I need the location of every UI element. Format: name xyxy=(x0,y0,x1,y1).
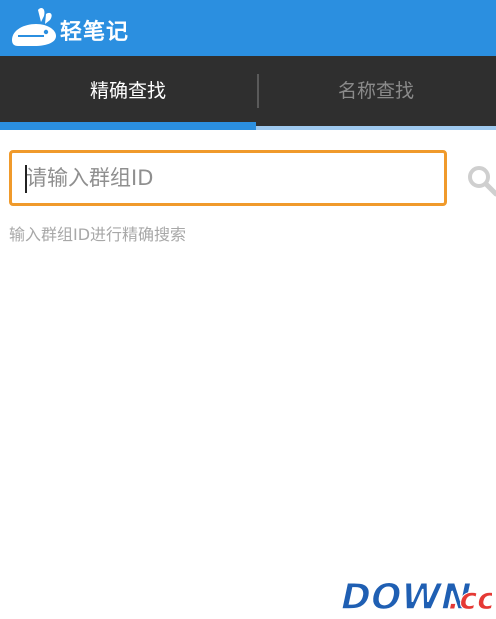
svg-text:.cc: .cc xyxy=(445,582,492,615)
search-field[interactable] xyxy=(9,150,447,206)
group-id-input[interactable] xyxy=(12,153,444,203)
text-cursor xyxy=(25,165,27,193)
tab-exact-search[interactable]: 精确查找 xyxy=(0,56,256,122)
app-title: 轻笔记 xyxy=(60,20,130,45)
tab-name-search[interactable]: 名称查找 xyxy=(256,56,496,122)
rabbit-logo-icon xyxy=(12,8,56,46)
tab-bar: 精确查找 名称查找 xyxy=(0,56,496,130)
app-bar: 轻笔记 xyxy=(0,0,496,56)
down-cc-watermark-logo: DOWN .cc xyxy=(336,575,492,615)
active-tab-indicator xyxy=(0,122,256,130)
search-hint: 输入群组ID进行精确搜索 xyxy=(9,225,187,244)
tab-underline xyxy=(256,126,496,130)
search-icon[interactable] xyxy=(466,164,496,198)
